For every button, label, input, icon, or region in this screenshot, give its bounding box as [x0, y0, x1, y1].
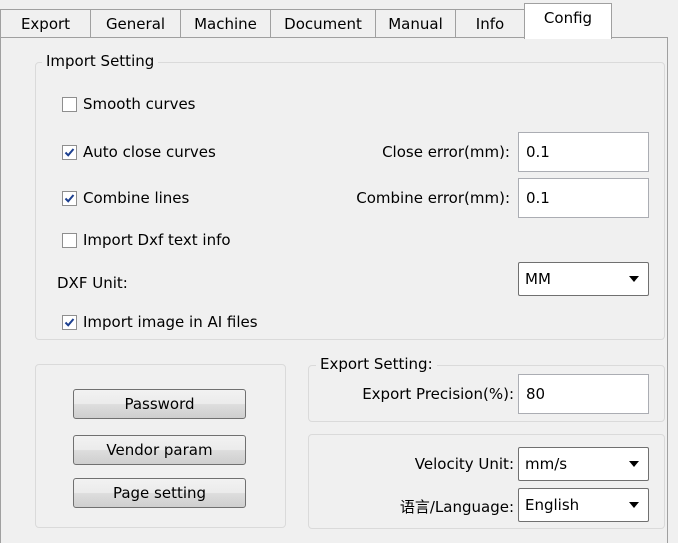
checkbox-box[interactable]: [62, 96, 77, 112]
language-value: English: [525, 496, 580, 514]
auto-close-curves-label: Auto close curves: [83, 143, 216, 161]
close-error-label: Close error(mm):: [382, 143, 510, 161]
combine-lines-label: Combine lines: [83, 189, 190, 207]
combine-lines-checkbox[interactable]: Combine lines: [62, 189, 189, 207]
tab-export[interactable]: Export: [0, 9, 91, 37]
tab-manual[interactable]: Manual: [375, 9, 456, 37]
checkbox-box[interactable]: [62, 232, 77, 248]
language-label: 语言/Language:: [399, 498, 514, 516]
import-image-ai-checkbox[interactable]: Import image in AI files: [62, 313, 258, 331]
tab-bar: Export General Machine Document Manual I…: [0, 0, 678, 39]
import-dxf-text-label: Import Dxf text info: [83, 231, 231, 249]
check-mark-icon: [64, 147, 75, 157]
velocity-unit-select[interactable]: mm/s: [518, 447, 649, 481]
import-setting-legend: Import Setting: [42, 52, 159, 70]
checkbox-box[interactable]: [62, 314, 77, 330]
smooth-curves-label: Smooth curves: [83, 95, 196, 113]
chevron-down-icon[interactable]: [629, 502, 639, 508]
password-button[interactable]: Password: [73, 389, 246, 419]
auto-close-curves-checkbox[interactable]: Auto close curves: [62, 143, 216, 161]
tab-machine[interactable]: Machine: [180, 9, 271, 37]
export-precision-input[interactable]: 80: [518, 374, 649, 414]
language-select[interactable]: English: [518, 488, 649, 522]
checkbox-box[interactable]: [62, 144, 77, 160]
check-mark-icon: [64, 317, 75, 327]
tab-info[interactable]: Info: [455, 9, 525, 37]
page-setting-button[interactable]: Page setting: [73, 478, 246, 508]
chevron-down-icon[interactable]: [629, 461, 639, 467]
velocity-unit-value: mm/s: [525, 455, 568, 473]
chevron-down-icon[interactable]: [629, 276, 639, 282]
combine-error-input[interactable]: 0.1: [518, 178, 649, 218]
check-mark-icon: [64, 193, 75, 203]
import-image-ai-label: Import image in AI files: [83, 313, 258, 331]
dxf-unit-value: MM: [525, 270, 551, 288]
tab-config[interactable]: Config: [524, 3, 612, 39]
tab-general[interactable]: General: [90, 9, 181, 37]
vendor-param-button[interactable]: Vendor param: [73, 435, 246, 465]
smooth-curves-checkbox[interactable]: Smooth curves: [62, 95, 196, 113]
combine-error-label: Combine error(mm):: [356, 189, 510, 207]
dxf-unit-select[interactable]: MM: [518, 262, 649, 296]
velocity-unit-label: Velocity Unit:: [414, 455, 514, 473]
close-error-input[interactable]: 0.1: [518, 132, 649, 172]
tab-document[interactable]: Document: [270, 9, 376, 37]
dxf-unit-label: DXF Unit:: [57, 274, 128, 292]
checkbox-box[interactable]: [62, 190, 77, 206]
export-precision-label: Export Precision(%):: [362, 385, 514, 403]
export-setting-legend: Export Setting:: [316, 355, 437, 373]
import-dxf-text-checkbox[interactable]: Import Dxf text info: [62, 231, 231, 249]
